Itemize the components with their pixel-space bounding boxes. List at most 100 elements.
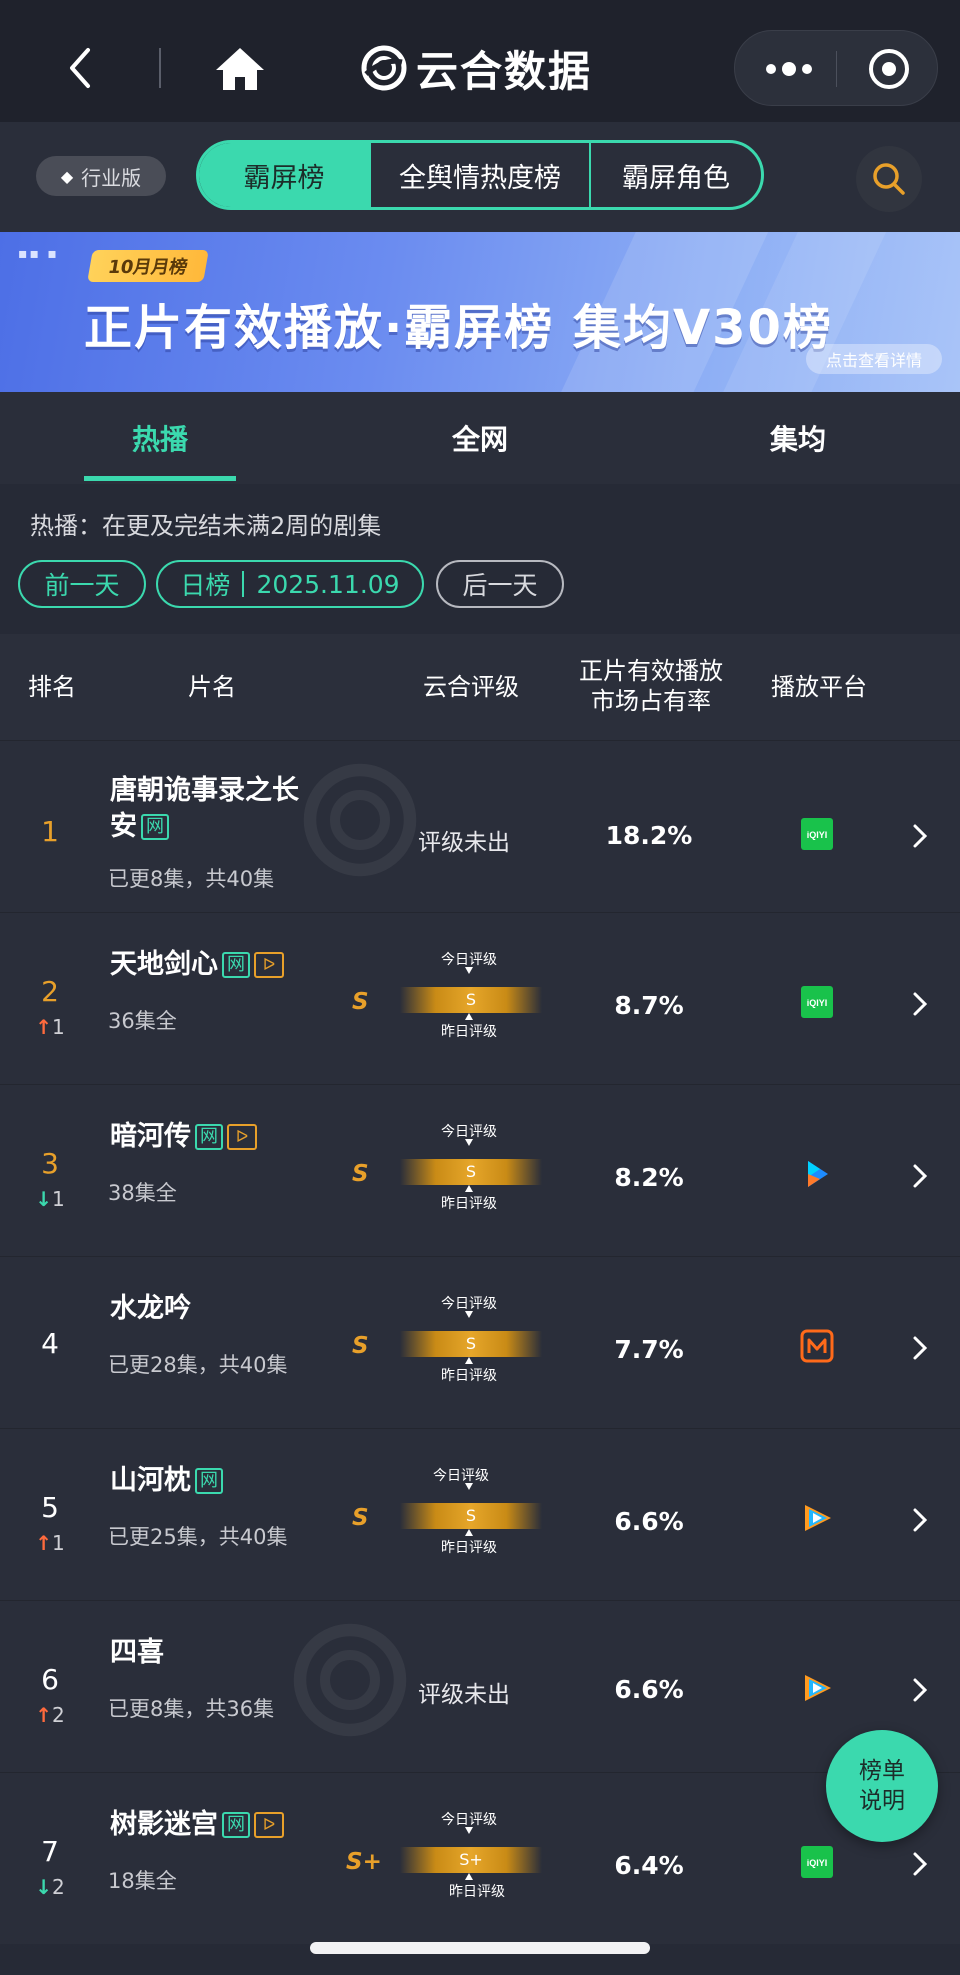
premium-play-tag: ᐅ — [254, 952, 284, 978]
banner-detail-link[interactable]: 点击查看详情 — [806, 344, 942, 374]
back-icon[interactable] — [58, 44, 106, 92]
market-share: 6.6% — [614, 1507, 684, 1536]
network-drama-tag: 网 — [141, 814, 169, 840]
promo-banner[interactable]: ▪▪ ▪ 10月月榜 正片有效播放·霸屏榜 集均V30榜 点击查看详情 — [0, 232, 960, 392]
show-title-line1: 暗河传 — [110, 1121, 191, 1152]
date-divider — [242, 571, 245, 597]
table-row[interactable]: 2 ↑1 天地剑心网 ᐅ 36集全 S 今日评级 S 昨日评级 8.7% iQIY… — [0, 912, 960, 1084]
section-description: 热播：在更及完结未满2周的剧集 — [30, 512, 382, 540]
tab-public-opinion-heat[interactable]: 全舆情热度榜 — [371, 143, 591, 207]
table-row[interactable]: 1 唐朝诡事录之长 安网 已更8集，共40集 评级未出 18.2% iQIYI — [0, 740, 960, 912]
today-rating-label: 今日评级 — [441, 1812, 497, 1828]
market-share: 8.2% — [614, 1163, 684, 1192]
date-selector-section: 热播：在更及完结未满2周的剧集 前一天 日榜 2025.11.09 后一天 — [0, 484, 960, 634]
rating-bar-grade: S+ — [459, 1850, 483, 1869]
today-marker — [465, 1827, 473, 1834]
nav-divider — [159, 48, 161, 88]
network-drama-tag: 网 — [222, 1812, 250, 1838]
rating-bar: S — [400, 1331, 542, 1357]
episode-info: 已更28集，共40集 — [108, 1353, 288, 1377]
column-header-share-line2: 市场占有率 — [591, 687, 711, 715]
column-header-platform: 播放平台 — [771, 673, 867, 701]
rank-change: ↑1 — [20, 1015, 80, 1039]
rank-change: ↑1 — [20, 1531, 80, 1555]
column-header-title: 片名 — [188, 673, 236, 701]
table-row[interactable]: 3 ↓1 暗河传网 ᐅ 38集全 S 今日评级 S 昨日评级 8.2% — [0, 1084, 960, 1256]
show-title: 山河枕网 — [110, 1463, 223, 1499]
ranking-explanation-button[interactable]: 榜单 说明 — [826, 1730, 938, 1842]
rank-number: 6 — [41, 1663, 59, 1696]
rank-number: 2 — [41, 975, 59, 1008]
top-navigation-bar: 云合数据 — [0, 0, 960, 122]
capsule-divider — [836, 51, 837, 87]
industry-edition-badge[interactable]: ◆ 行业版 — [36, 156, 166, 196]
episode-info: 38集全 — [108, 1181, 177, 1205]
edition-label: 行业版 — [81, 165, 142, 190]
explain-line1: 榜单 — [859, 1758, 905, 1784]
chevron-right-icon[interactable] — [908, 989, 932, 1019]
rank-up-icon: ↑ — [35, 1531, 53, 1555]
show-title: 四喜 — [110, 1635, 164, 1671]
close-miniprogram-icon[interactable] — [867, 47, 911, 91]
market-share: 18.2% — [605, 821, 693, 850]
tab-screen-domination-roles[interactable]: 霸屏角色 — [591, 143, 761, 207]
chevron-right-icon[interactable] — [908, 1333, 932, 1363]
date-picker[interactable]: 日榜 2025.11.09 — [156, 560, 424, 608]
show-title-line1: 树影迷宫 — [110, 1809, 218, 1840]
show-title: 树影迷宫网 ᐅ — [110, 1807, 284, 1843]
chevron-right-icon[interactable] — [908, 1161, 932, 1191]
yesterday-rating-label: 昨日评级 — [441, 1024, 497, 1040]
rating-bar: S+ — [400, 1847, 542, 1873]
table-row[interactable]: 6 ↑2 四喜 已更8集，共36集 评级未出 6.6% — [0, 1600, 960, 1772]
iqiyi-icon: iQIYI — [801, 1846, 833, 1878]
yesterday-marker — [465, 1873, 473, 1880]
yesterday-rating-label: 昨日评级 — [449, 1884, 505, 1900]
chevron-right-icon[interactable] — [908, 821, 932, 851]
rank-change: ↑2 — [20, 1703, 80, 1727]
tab-all-network[interactable]: 全网 — [452, 418, 508, 458]
premium-play-tag: ᐅ — [227, 1124, 257, 1150]
iqiyi-icon: iQIYI — [801, 986, 833, 1018]
show-title-line1: 水龙吟 — [110, 1293, 191, 1324]
show-title: 唐朝诡事录之长 安网 — [110, 773, 299, 845]
enlightent-logo-icon — [361, 45, 407, 91]
show-title-line1: 山河枕 — [110, 1465, 191, 1496]
search-button[interactable] — [856, 146, 922, 212]
svg-text:iQIYI: iQIYI — [807, 998, 828, 1008]
svg-text:iQIYI: iQIYI — [807, 830, 828, 840]
mgtv-icon — [800, 1329, 834, 1363]
today-rating-label: 今日评级 — [433, 1468, 489, 1484]
episode-info: 已更8集，共40集 — [108, 867, 275, 891]
ranking-segment-control: 霸屏榜 全舆情热度榜 霸屏角色 — [196, 140, 764, 210]
tab-screen-domination[interactable]: 霸屏榜 — [199, 143, 371, 207]
rating-not-out: 评级未出 — [418, 1682, 510, 1708]
show-title: 暗河传网 ᐅ — [110, 1119, 257, 1155]
more-icon[interactable] — [759, 53, 819, 85]
tab-per-episode[interactable]: 集均 — [770, 418, 826, 458]
rank-change: ↓1 — [20, 1187, 80, 1211]
rating-bar-grade: S — [465, 990, 477, 1009]
chevron-right-icon[interactable] — [908, 1675, 932, 1705]
rating-grade: S+ — [346, 1849, 382, 1875]
home-icon[interactable] — [212, 44, 268, 94]
market-share: 6.4% — [614, 1851, 684, 1880]
rank-down-icon: ↓ — [35, 1187, 53, 1211]
search-icon — [873, 163, 905, 195]
rating-grade: S — [352, 989, 369, 1015]
chevron-right-icon[interactable] — [908, 1505, 932, 1535]
yesterday-rating-label: 昨日评级 — [441, 1368, 497, 1384]
table-row[interactable]: 5 ↑1 山河枕网 已更25集，共40集 S 今日评级 S 昨日评级 6.6% — [0, 1428, 960, 1600]
chevron-right-icon[interactable] — [908, 1849, 932, 1879]
home-indicator[interactable] — [310, 1942, 650, 1954]
next-day-button[interactable]: 后一天 — [436, 560, 564, 608]
today-marker — [465, 1311, 473, 1318]
diamond-icon: ◆ — [60, 166, 74, 186]
tencent-video-icon — [805, 1505, 831, 1531]
tab-hot-broadcast[interactable]: 热播 — [132, 418, 188, 458]
table-row[interactable]: 7 ↓2 树影迷宫网 ᐅ 18集全 S+ 今日评级 S+ 昨日评级 6.4% iQ… — [0, 1772, 960, 1944]
ranking-type-bar: ◆ 行业版 霸屏榜 全舆情热度榜 霸屏角色 — [0, 122, 960, 232]
prev-day-button[interactable]: 前一天 — [18, 560, 146, 608]
youku-icon — [808, 1161, 828, 1187]
show-title-line1: 四喜 — [110, 1637, 164, 1668]
table-row[interactable]: 4 水龙吟 已更28集，共40集 S 今日评级 S 昨日评级 7.7% — [0, 1256, 960, 1428]
